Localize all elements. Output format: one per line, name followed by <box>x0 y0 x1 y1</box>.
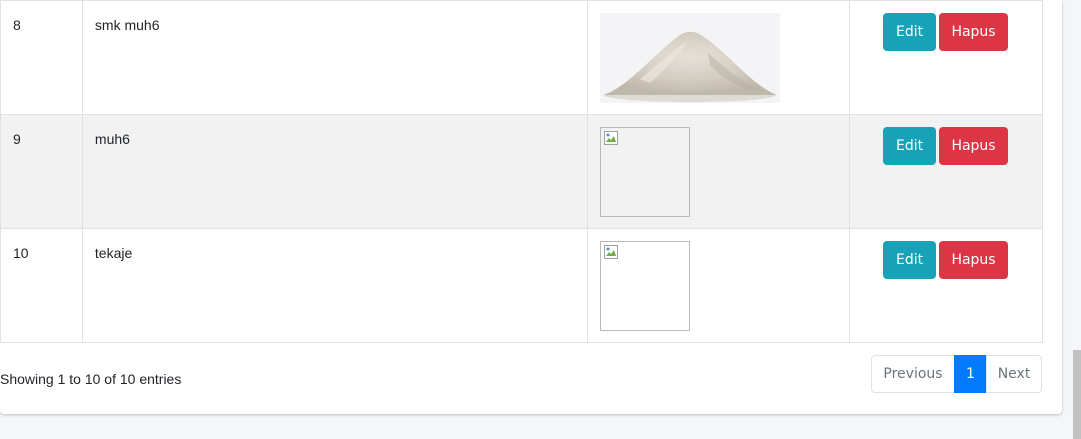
edit-button[interactable]: Edit <box>883 13 937 51</box>
data-card: 8 smk muh6 Edit Hapus 9 muh6 Edit Hapus … <box>0 0 1062 414</box>
cell-actions: Edit Hapus <box>849 0 1043 115</box>
cell-no: 8 <box>0 0 83 115</box>
row-name: muh6 <box>94 131 130 147</box>
broken-image-icon <box>604 245 619 259</box>
edit-button[interactable]: Edit <box>883 241 937 279</box>
broken-image <box>600 241 691 331</box>
table-row: 8 smk muh6 Edit Hapus <box>0 0 1043 115</box>
edit-button[interactable]: Edit <box>883 127 937 165</box>
cell-actions: Edit Hapus <box>849 114 1043 229</box>
broken-image <box>600 127 691 217</box>
broken-image-icon <box>604 131 619 145</box>
table-info: Showing 1 to 10 of 10 entries <box>0 371 182 387</box>
cell-name: smk muh6 <box>81 0 589 115</box>
cell-name: tekaje <box>81 228 589 343</box>
scrollbar-thumb[interactable] <box>1073 350 1081 439</box>
delete-button[interactable]: Hapus <box>939 241 1009 279</box>
delete-button[interactable]: Hapus <box>939 13 1009 51</box>
cell-no: 9 <box>0 114 83 229</box>
next-page-button[interactable]: Next <box>986 355 1042 393</box>
row-name: tekaje <box>94 245 133 261</box>
cell-no: 10 <box>0 228 83 343</box>
cell-image <box>587 0 851 115</box>
previous-page-button[interactable]: Previous <box>871 355 955 393</box>
rice-image <box>600 13 781 103</box>
row-number: 8 <box>13 17 21 33</box>
row-name: smk muh6 <box>94 17 160 33</box>
cell-image <box>587 114 851 229</box>
pagination: Previous 1 Next <box>871 355 1042 393</box>
table-row: 10 tekaje Edit Hapus <box>0 228 1043 343</box>
table-row: 9 muh6 Edit Hapus <box>0 114 1043 229</box>
row-number: 10 <box>13 245 29 261</box>
row-number: 9 <box>13 131 21 147</box>
cell-image <box>587 228 851 343</box>
cell-actions: Edit Hapus <box>849 228 1043 343</box>
page-1-button[interactable]: 1 <box>954 355 987 393</box>
cell-name: muh6 <box>81 114 589 229</box>
data-table: 8 smk muh6 Edit Hapus 9 muh6 Edit Hapus … <box>0 0 1043 343</box>
delete-button[interactable]: Hapus <box>939 127 1009 165</box>
